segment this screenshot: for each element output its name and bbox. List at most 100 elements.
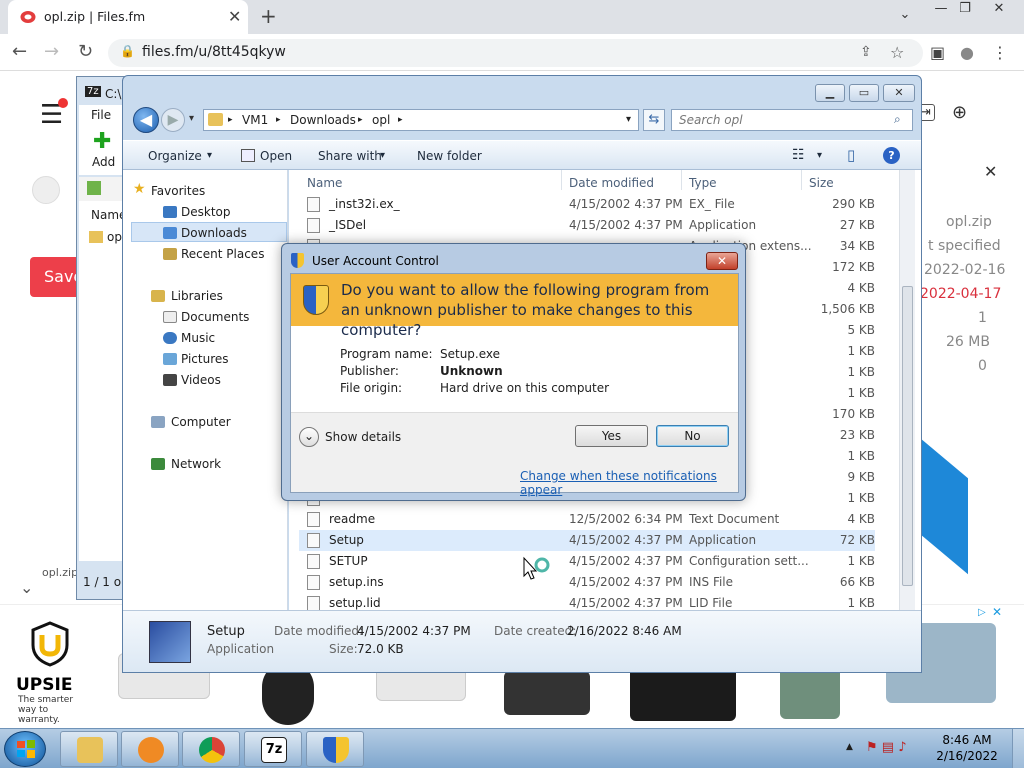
crumb-sep-icon[interactable]: ▸ [358, 115, 363, 125]
new-tab-icon[interactable]: + [260, 4, 277, 28]
address-dropdown-icon[interactable]: ▾ [626, 114, 631, 125]
address-bar[interactable]: 🔒 files.fm/u/8tt45qkyw ⇪ ☆ [108, 39, 923, 67]
crumb-sep-icon[interactable]: ▸ [398, 115, 403, 125]
nav-downloads[interactable]: Downloads [181, 226, 247, 240]
explorer-close-icon[interactable]: ✕ [883, 84, 915, 102]
forward-icon[interactable]: → [44, 41, 59, 62]
nav-documents[interactable]: Documents [181, 310, 249, 324]
column-date-modified[interactable]: Date modified [569, 176, 654, 190]
file-type: LID File [689, 596, 733, 610]
site-close-icon[interactable]: ✕ [984, 162, 997, 181]
file-row[interactable]: Setup 4/15/2002 4:37 PM Application 72 KB [299, 530, 875, 551]
column-size[interactable]: Size [809, 176, 834, 190]
file-row[interactable]: SETUP 4/15/2002 4:37 PM Configuration sett… [299, 551, 875, 572]
taskbar-explorer[interactable] [60, 731, 118, 767]
globe-icon[interactable]: ⊕ [952, 102, 967, 123]
refresh-icon[interactable]: ⇆ [643, 109, 665, 131]
share-dropdown-icon[interactable]: ▾ [380, 150, 385, 161]
taskbar-chrome[interactable] [182, 731, 240, 767]
new-folder-button[interactable]: New folder [417, 149, 482, 163]
organize-dropdown-icon[interactable]: ▾ [207, 150, 212, 161]
profile-icon[interactable]: ● [960, 43, 974, 62]
nav-recent-places[interactable]: Recent Places [181, 247, 264, 261]
save-button[interactable]: Save [30, 257, 83, 297]
nav-music[interactable]: Music [181, 331, 215, 345]
uac-dialog[interactable]: User Account Control ✕ Do you want to al… [281, 243, 746, 501]
tab-search-icon[interactable]: ⌄ [890, 6, 920, 26]
file-row[interactable]: _inst32i.ex_ 4/15/2002 4:37 PM EX_ File 290… [299, 194, 875, 215]
breadcrumb-opl[interactable]: opl [372, 113, 390, 127]
chrome-menu-icon[interactable]: ⋮ [992, 43, 1008, 62]
close-window-icon[interactable]: ✕ [984, 0, 1014, 20]
taskbar-uac[interactable] [306, 731, 364, 767]
file-name: SETUP [329, 554, 368, 568]
crumb-sep-icon[interactable]: ▸ [276, 115, 281, 125]
nav-videos[interactable]: Videos [181, 373, 221, 387]
ad-close-icon[interactable]: ✕ [992, 605, 1002, 619]
explorer-minimize-icon[interactable]: ▁ [815, 84, 845, 102]
file-size: 23 KB [839, 428, 875, 442]
file-row[interactable]: setup.ins 4/15/2002 4:37 PM INS File 66 KB [299, 572, 875, 593]
back-icon[interactable]: ← [12, 41, 27, 62]
open-icon[interactable] [241, 149, 255, 162]
file-date: 12/5/2002 6:34 PM [569, 512, 683, 526]
expand-details-icon[interactable]: ⌄ [299, 427, 319, 447]
help-icon[interactable]: ? [883, 147, 900, 164]
column-type[interactable]: Type [689, 176, 717, 190]
open-button[interactable]: Open [260, 149, 292, 163]
add-icon[interactable]: ✚ [93, 129, 111, 154]
bookmark-star-icon[interactable]: ☆ [890, 43, 904, 62]
nav-desktop[interactable]: Desktop [181, 205, 231, 219]
reload-icon[interactable]: ↻ [78, 41, 93, 62]
view-dropdown-icon[interactable]: ▾ [817, 150, 822, 161]
crumb-sep-icon[interactable]: ▸ [228, 115, 233, 125]
taskbar-7zip[interactable]: 7z [244, 731, 302, 767]
7zip-menu-file[interactable]: File [91, 108, 111, 122]
ad-info-icon[interactable]: ▷ [978, 607, 986, 618]
yes-button[interactable]: Yes [575, 425, 648, 447]
clock[interactable]: 8:46 AM 2/16/2022 [934, 732, 1000, 764]
explorer-search-input[interactable]: Search opl ⌕ [671, 109, 913, 131]
explorer-forward-icon[interactable]: ▶ [161, 108, 185, 132]
restore-icon[interactable]: ❐ [950, 0, 980, 20]
file-size: 290 KB [832, 197, 875, 211]
explorer-maximize-icon[interactable]: ▭ [849, 84, 879, 102]
vertical-scrollbar[interactable] [899, 170, 915, 610]
column-name[interactable]: Name [307, 176, 342, 190]
organize-button[interactable]: Organize [148, 149, 202, 163]
nav-favorites[interactable]: Favorites [151, 184, 205, 198]
tray-expand-icon[interactable]: ▲ [846, 742, 853, 752]
tray-icons[interactable]: ⚑ ▤ ♪ [866, 740, 907, 755]
preview-pane-icon[interactable]: ▯ [847, 146, 855, 164]
file-icon [307, 197, 320, 212]
tab-close-icon[interactable]: ✕ [228, 7, 241, 26]
publisher-value: Unknown [440, 364, 503, 378]
share-with-button[interactable]: Share with [318, 149, 382, 163]
browser-tab[interactable]: opl.zip | Files.fm ✕ [8, 0, 248, 34]
share-icon[interactable]: ⇪ [860, 44, 872, 60]
nav-libraries[interactable]: Libraries [171, 289, 223, 303]
file-row[interactable]: _ISDel 4/15/2002 4:37 PM Application 27 KB [299, 215, 875, 236]
explorer-address-bar[interactable]: ▸ VM1 ▸ Downloads ▸ opl ▸ ▾ [203, 109, 639, 131]
collapse-icon[interactable]: ⌄ [20, 578, 33, 597]
uac-close-icon[interactable]: ✕ [706, 252, 738, 270]
nav-pictures[interactable]: Pictures [181, 352, 229, 366]
breadcrumb-downloads[interactable]: Downloads [290, 113, 356, 127]
up-folder-icon[interactable] [87, 181, 101, 195]
taskbar-media-player[interactable] [121, 731, 179, 767]
navigation-pane: Favorites ★ Desktop Downloads Recent Pla… [123, 170, 288, 610]
side-panel-icon[interactable]: ▣ [930, 43, 945, 62]
scrollbar-thumb[interactable] [902, 286, 913, 586]
nav-computer[interactable]: Computer [171, 415, 231, 429]
no-button[interactable]: No [656, 425, 729, 447]
change-view-icon[interactable]: ☷ [792, 147, 805, 163]
explorer-back-icon[interactable]: ◀ [133, 107, 159, 133]
breadcrumb-vm1[interactable]: VM1 [242, 113, 268, 127]
search-icon[interactable]: ⌕ [894, 112, 901, 127]
show-desktop-button[interactable] [1012, 729, 1024, 768]
show-details-link[interactable]: Show details [325, 430, 401, 444]
file-row[interactable]: readme 12/5/2002 6:34 PM Text Document 4 KB [299, 509, 875, 530]
notification-settings-link[interactable]: Change when these notifications appear [520, 469, 738, 497]
recent-pages-icon[interactable]: ▾ [189, 113, 194, 124]
nav-network[interactable]: Network [171, 457, 221, 471]
